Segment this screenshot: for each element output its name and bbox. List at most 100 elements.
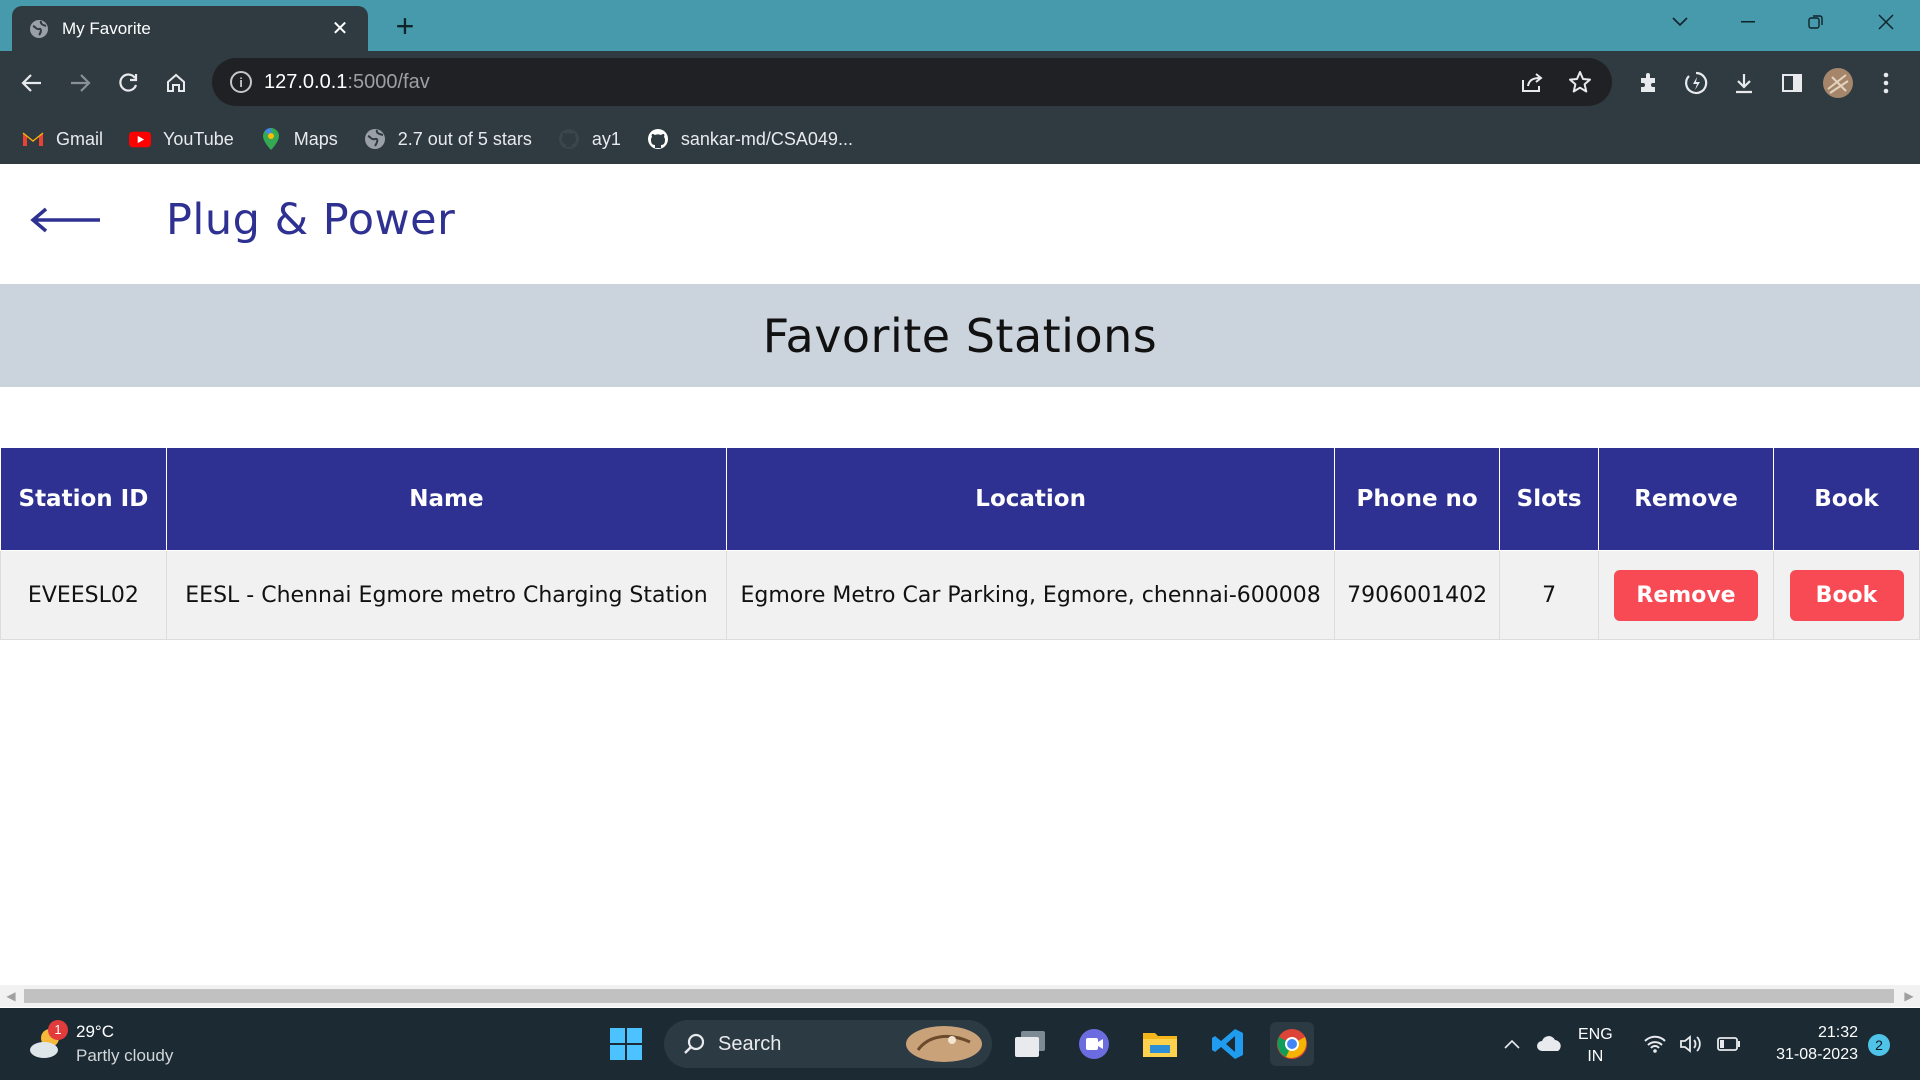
globe-icon: [28, 18, 50, 40]
task-view-icon[interactable]: [1008, 1022, 1052, 1066]
windows-taskbar: 1 29°C Partly cloudy Search ENG IN 21:32…: [0, 1008, 1920, 1080]
taskbar-search[interactable]: Search: [664, 1020, 992, 1068]
bookmark-label: Gmail: [56, 128, 104, 149]
weather-condition: Partly cloudy: [76, 1046, 174, 1065]
forward-icon[interactable]: [62, 65, 98, 101]
windows-start-icon[interactable]: [604, 1022, 648, 1066]
bookmark-label: 2.7 out of 5 stars: [397, 128, 532, 149]
tab-title: My Favorite: [62, 18, 151, 38]
bookmark-github-repo[interactable]: sankar-md/CSA049...: [647, 128, 853, 150]
bookmark-star-icon[interactable]: [1568, 70, 1592, 100]
chrome-icon[interactable]: [1270, 1022, 1314, 1066]
scroll-right-icon[interactable]: ▶: [1902, 989, 1916, 1003]
github-icon: [647, 128, 669, 150]
search-label: Search: [718, 1032, 782, 1055]
url-path: :5000/fav: [347, 70, 430, 93]
weather-temperature: 29°C: [76, 1022, 114, 1041]
cell-slots: 7: [1499, 550, 1600, 640]
bookmark-label: ay1: [591, 128, 621, 149]
maps-icon: [260, 128, 282, 150]
bookmark-gmail[interactable]: Gmail: [22, 128, 103, 150]
tab-search-chevron-icon[interactable]: [1650, 0, 1710, 44]
clock-date: 31-08-2023: [1776, 1046, 1858, 1063]
page-content: Plug & Power Favorite Stations Station I…: [0, 164, 1920, 985]
page-heading-banner: Favorite Stations: [0, 284, 1920, 387]
site-header: Plug & Power: [30, 190, 455, 250]
youtube-icon: [129, 128, 152, 150]
back-icon[interactable]: [14, 65, 50, 101]
book-button[interactable]: Book: [1789, 569, 1904, 621]
cell-phone: 7906001402: [1334, 550, 1501, 640]
tab-strip: My Favorite ✕ +: [0, 0, 1920, 51]
restore-icon[interactable]: [1786, 0, 1846, 44]
notification-count-badge[interactable]: 2: [1868, 1034, 1890, 1056]
language-indicator[interactable]: ENG IN: [1578, 1024, 1613, 1068]
cell-name: EESL - Chennai Egmore metro Charging Sta…: [165, 550, 728, 640]
cell-remove: Remove: [1598, 550, 1774, 640]
column-header-book: Book: [1773, 447, 1920, 551]
clock-time: 21:32: [1817, 1024, 1858, 1041]
horizontal-scrollbar[interactable]: ◀ ▶: [0, 985, 1920, 1007]
onedrive-cloud-icon[interactable]: [1530, 1022, 1570, 1066]
weather-widget[interactable]: 1 29°C Partly cloudy: [26, 1020, 173, 1068]
address-bar[interactable]: i 127.0.0.1:5000/fav: [212, 58, 1612, 106]
cell-location: Egmore Metro Car Parking, Egmore, chenna…: [726, 550, 1336, 640]
globe-icon: [364, 128, 386, 150]
column-header-slots: Slots: [1499, 447, 1600, 551]
bookmark-youtube[interactable]: YouTube: [129, 128, 234, 150]
github-icon: [558, 128, 580, 150]
favorite-stations-table: Station ID Name Location Phone no Slots …: [0, 447, 1920, 640]
table-header-row: Station ID Name Location Phone no Slots …: [0, 447, 1920, 551]
back-arrow-icon[interactable]: [30, 200, 104, 240]
brand-title: Plug & Power: [166, 195, 456, 245]
share-icon[interactable]: [1520, 71, 1544, 99]
vscode-icon[interactable]: [1206, 1022, 1250, 1066]
scrollbar-thumb[interactable]: [24, 989, 1894, 1003]
system-clock[interactable]: 21:32 31-08-2023: [1758, 1022, 1858, 1066]
bookmark-label: Maps: [293, 128, 338, 149]
column-header-location: Location: [726, 447, 1336, 551]
close-window-icon[interactable]: [1856, 0, 1916, 44]
bookmark-ay1[interactable]: ay1: [558, 128, 621, 150]
search-highlight-image: [904, 1024, 984, 1070]
download-icon[interactable]: [1726, 65, 1762, 101]
close-tab-icon[interactable]: ✕: [328, 17, 352, 41]
search-icon: [682, 1032, 706, 1056]
menu-kebab-icon[interactable]: [1868, 65, 1904, 101]
cell-station-id: EVEESL02: [0, 550, 167, 640]
cell-book: Book: [1773, 550, 1920, 640]
new-tab-button[interactable]: +: [388, 10, 422, 45]
remove-button[interactable]: Remove: [1614, 569, 1759, 621]
browser-toolbar: i 127.0.0.1:5000/fav: [0, 51, 1920, 114]
profile-avatar[interactable]: [1820, 65, 1856, 101]
bookmark-label: sankar-md/CSA049...: [680, 128, 853, 149]
bookmark-rating[interactable]: 2.7 out of 5 stars: [364, 128, 532, 150]
column-header-remove: Remove: [1598, 447, 1774, 551]
side-panel-icon[interactable]: [1774, 65, 1810, 101]
column-header-phone: Phone no: [1334, 447, 1501, 551]
language-code: ENG: [1578, 1026, 1613, 1043]
site-info-icon[interactable]: i: [230, 71, 252, 93]
bookmark-maps[interactable]: Maps: [260, 128, 338, 150]
battery-icon[interactable]: [1712, 1022, 1746, 1066]
show-hidden-icons-chevron-icon[interactable]: [1494, 1022, 1530, 1066]
volume-icon[interactable]: [1674, 1022, 1708, 1066]
partly-cloudy-icon: 1: [26, 1020, 68, 1064]
reload-icon[interactable]: [110, 65, 146, 101]
column-header-station-id: Station ID: [0, 447, 167, 551]
language-region: IN: [1587, 1048, 1604, 1065]
weather-alert-badge: 1: [48, 1020, 68, 1040]
extensions-icon[interactable]: [1630, 65, 1666, 101]
active-tab[interactable]: My Favorite ✕: [12, 6, 368, 51]
table-row: EVEESL02 EESL - Chennai Egmore metro Cha…: [0, 550, 1920, 640]
file-explorer-icon[interactable]: [1138, 1022, 1182, 1066]
minimize-icon[interactable]: [1718, 0, 1778, 44]
performance-icon[interactable]: [1678, 65, 1714, 101]
home-icon[interactable]: [158, 65, 194, 101]
url-host: 127.0.0.1: [264, 70, 348, 93]
bookmark-label: YouTube: [163, 128, 234, 149]
column-header-name: Name: [165, 447, 728, 551]
teams-chat-icon[interactable]: [1072, 1022, 1116, 1066]
wifi-icon[interactable]: [1638, 1022, 1672, 1066]
scroll-left-icon[interactable]: ◀: [4, 989, 18, 1003]
